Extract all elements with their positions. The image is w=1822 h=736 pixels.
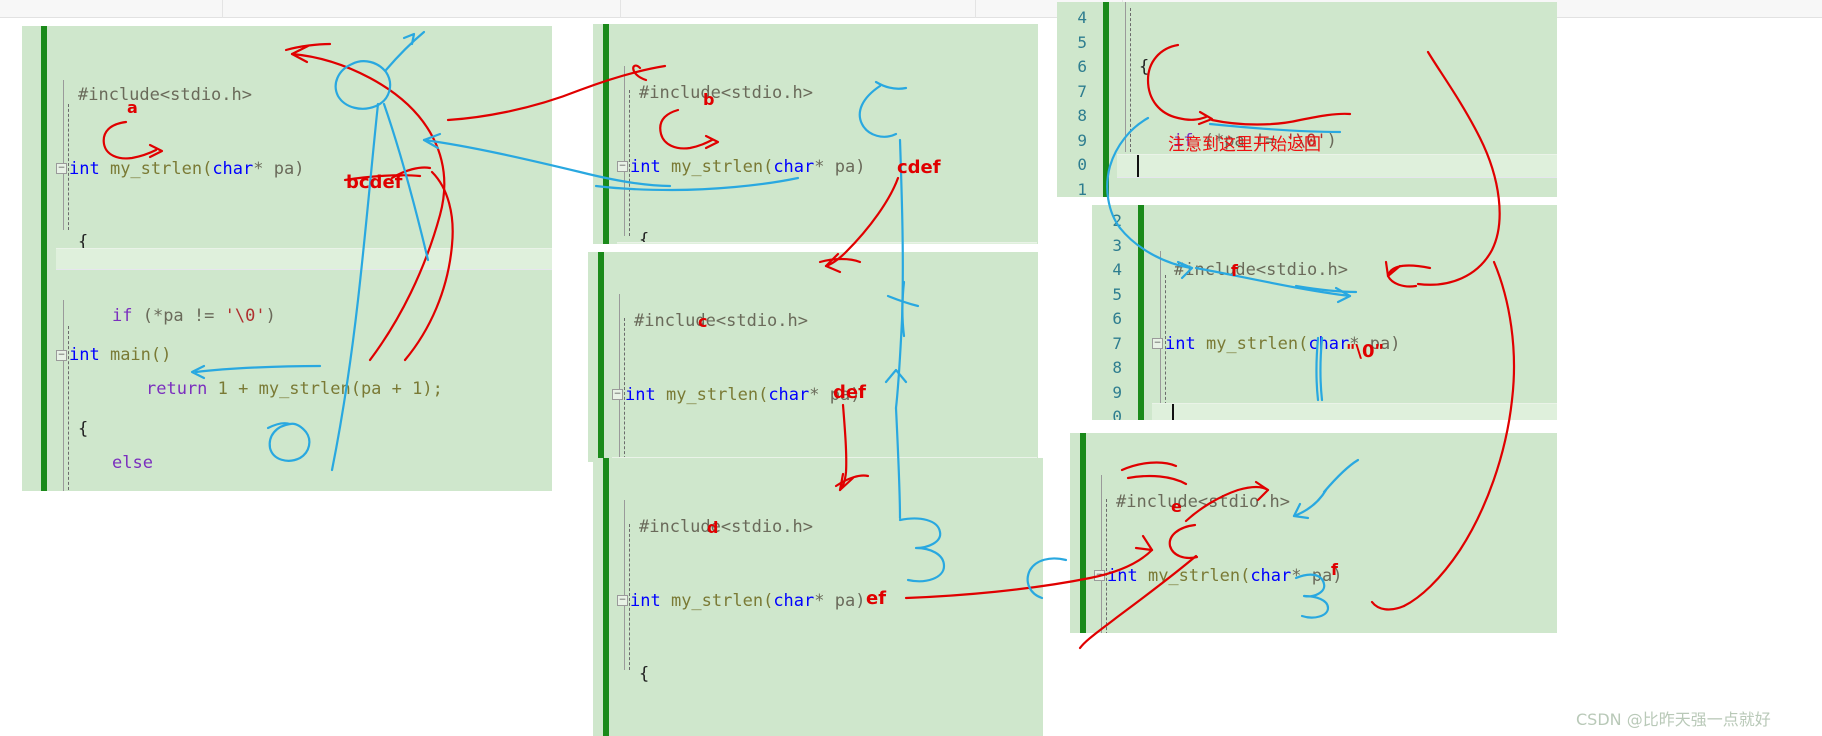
blank-line-highlight <box>1152 403 1557 420</box>
line-number: 9 <box>1077 130 1087 150</box>
collapse-toggle-icon[interactable]: − <box>56 163 67 174</box>
collapse-toggle-icon[interactable]: − <box>612 389 623 400</box>
line-number: 7 <box>1112 333 1122 353</box>
code-panel-b[interactable]: #include<stdio.h> − int my_strlen(char* p… <box>593 24 1038 244</box>
code-line: − int main() <box>56 345 172 365</box>
code-panel-c[interactable]: #include<stdio.h> − int my_strlen(char* p… <box>588 252 1038 462</box>
line-number: 1 <box>1077 179 1087 198</box>
annotation-chinese-note: 注意到这里开始返回 <box>1168 135 1321 155</box>
annotation-letter-d: d <box>707 518 719 537</box>
code-panel-d[interactable]: #include<stdio.h> − int my_strlen(char* p… <box>593 458 1043 736</box>
annotation-word-bcdef: bcdef <box>346 172 403 193</box>
code-panel-bottom-right[interactable]: #include<stdio.h> − int my_strlen(char* p… <box>1070 433 1557 633</box>
change-marker-bar <box>598 252 604 462</box>
code-panel-mid-right[interactable]: 234567890 #include<stdio.h> − int my_strl… <box>1092 205 1557 420</box>
code-line: #include<stdio.h> <box>639 83 813 103</box>
line-number: 4 <box>1077 8 1087 27</box>
blank-line-highlight <box>56 248 552 270</box>
text-caret <box>1172 404 1174 420</box>
code-line: #include<stdio.h> <box>639 517 813 537</box>
change-marker-bar <box>1080 433 1086 633</box>
line-number: 5 <box>1112 284 1122 304</box>
collapse-toggle-icon[interactable]: − <box>617 595 628 606</box>
code-panel-main[interactable]: #include<stdio.h> − int my_strlen(char* p… <box>22 26 552 491</box>
annotation-letter-f-bottom: f <box>1331 560 1338 579</box>
change-marker-bar <box>603 458 609 736</box>
blank-line-highlight <box>1117 154 1557 178</box>
collapse-toggle-icon[interactable]: − <box>617 161 628 172</box>
line-number: 6 <box>1077 57 1087 76</box>
annotation-letter-e: e <box>1171 497 1182 516</box>
line-number: 6 <box>1112 309 1122 328</box>
annotation-letter-b: b <box>703 90 715 109</box>
toolbar-separator <box>620 0 621 18</box>
collapse-toggle-icon[interactable]: − <box>1094 570 1105 581</box>
change-marker-bar <box>41 26 47 491</box>
line-number: 2 <box>1112 211 1122 230</box>
code-line: { <box>78 418 89 439</box>
text-caret <box>1137 155 1139 177</box>
code-panel-top-right[interactable]: 45678901 { if (*pa != '\0') return 1 + m… <box>1057 2 1557 197</box>
collapse-toggle-icon[interactable]: − <box>56 349 67 361</box>
code-line: { <box>639 664 650 684</box>
code-line: − int my_strlen(char* pa) <box>1094 565 1343 586</box>
annotation-letter-a: a <box>127 98 138 117</box>
code-line: #include<stdio.h> <box>78 85 252 105</box>
toolbar-separator <box>975 0 976 18</box>
code-line: − int my_strlen(char* pa) <box>617 590 866 611</box>
code-line: #include<stdio.h> <box>634 311 808 331</box>
line-number: 8 <box>1112 358 1122 377</box>
change-marker-bar <box>1103 2 1109 197</box>
line-number: 5 <box>1077 32 1087 52</box>
toolbar-separator <box>222 0 223 18</box>
annotation-word-cdef: cdef <box>897 157 941 178</box>
code-line: { <box>1139 57 1150 77</box>
collapse-toggle-icon[interactable]: − <box>1152 338 1163 349</box>
line-number-gutter: 4 5 6 7 8 9 0 1 <box>1057 2 1091 197</box>
change-marker-bar <box>1138 205 1144 420</box>
code-line: − int my_strlen(char* pa) <box>612 384 861 405</box>
line-number: 3 <box>1112 235 1122 255</box>
code-line: char arr[] = "abcdef"; <box>56 490 368 491</box>
csdn-watermark: CSDN @比昨天强一点就好 <box>1576 710 1771 729</box>
code-line: − int my_strlen(char* pa) <box>617 156 866 177</box>
annotation-null-string: "\0" <box>1346 341 1384 362</box>
annotation-word-ef: ef <box>866 588 887 609</box>
code-line: #include<stdio.h> <box>1116 492 1290 512</box>
annotation-letter-f-mid: f <box>1231 261 1238 280</box>
line-number: 0 <box>1077 155 1087 174</box>
blank-line-highlight <box>617 242 1037 244</box>
annotation-letter-c: c <box>698 312 708 331</box>
line-number-gutter: 2 3 4 5 6 7 8 9 0 <box>1092 205 1126 420</box>
annotation-word-def: def <box>833 382 866 403</box>
line-number: 7 <box>1077 81 1087 101</box>
line-number: 8 <box>1077 106 1087 125</box>
change-marker-bar <box>603 24 609 244</box>
code-line: #include<stdio.h> <box>1174 260 1348 280</box>
line-number: 4 <box>1112 260 1122 279</box>
line-number: 0 <box>1112 407 1122 420</box>
line-number: 9 <box>1112 382 1122 402</box>
